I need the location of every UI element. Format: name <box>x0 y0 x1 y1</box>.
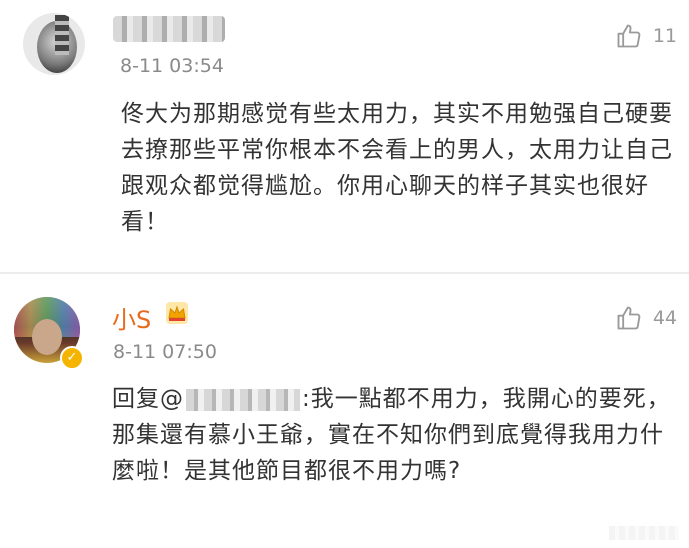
avatar-face <box>32 319 62 355</box>
like-count: 44 <box>652 307 677 329</box>
mentioned-user-blurred[interactable] <box>186 388 300 411</box>
comment-text: 佟大为那期感觉有些太用力，其实不用勉强自己硬要去撩那些平常你根本不会看上的男人，… <box>121 101 673 235</box>
like-button[interactable]: 11 <box>615 22 677 50</box>
like-button[interactable]: 44 <box>615 304 677 332</box>
like-count: 11 <box>652 25 677 47</box>
avatar[interactable] <box>23 13 85 75</box>
crown-badge-icon <box>166 302 188 324</box>
thumbs-up-icon <box>617 306 641 330</box>
username-blurred[interactable] <box>113 16 225 42</box>
watermark <box>609 526 679 540</box>
thumbs-up-icon <box>617 24 641 48</box>
reply-prefix: 回复@ <box>112 386 184 412</box>
verified-badge-icon: ✓ <box>60 346 84 370</box>
blur-mask <box>55 15 69 55</box>
reply-text: 回复@:我一點都不用力，我開心的要死，那集還有慕小王爺，實在不知你們到底覺得我用… <box>112 381 677 489</box>
comment-time: 8-11 03:54 <box>120 55 224 77</box>
comment-1: 8-11 03:54 11 佟大为那期感觉有些太用力，其实不用勉强自己硬要去撩那… <box>0 0 689 272</box>
comment-time: 8-11 07:50 <box>113 341 217 363</box>
username[interactable]: 小S <box>112 300 151 335</box>
